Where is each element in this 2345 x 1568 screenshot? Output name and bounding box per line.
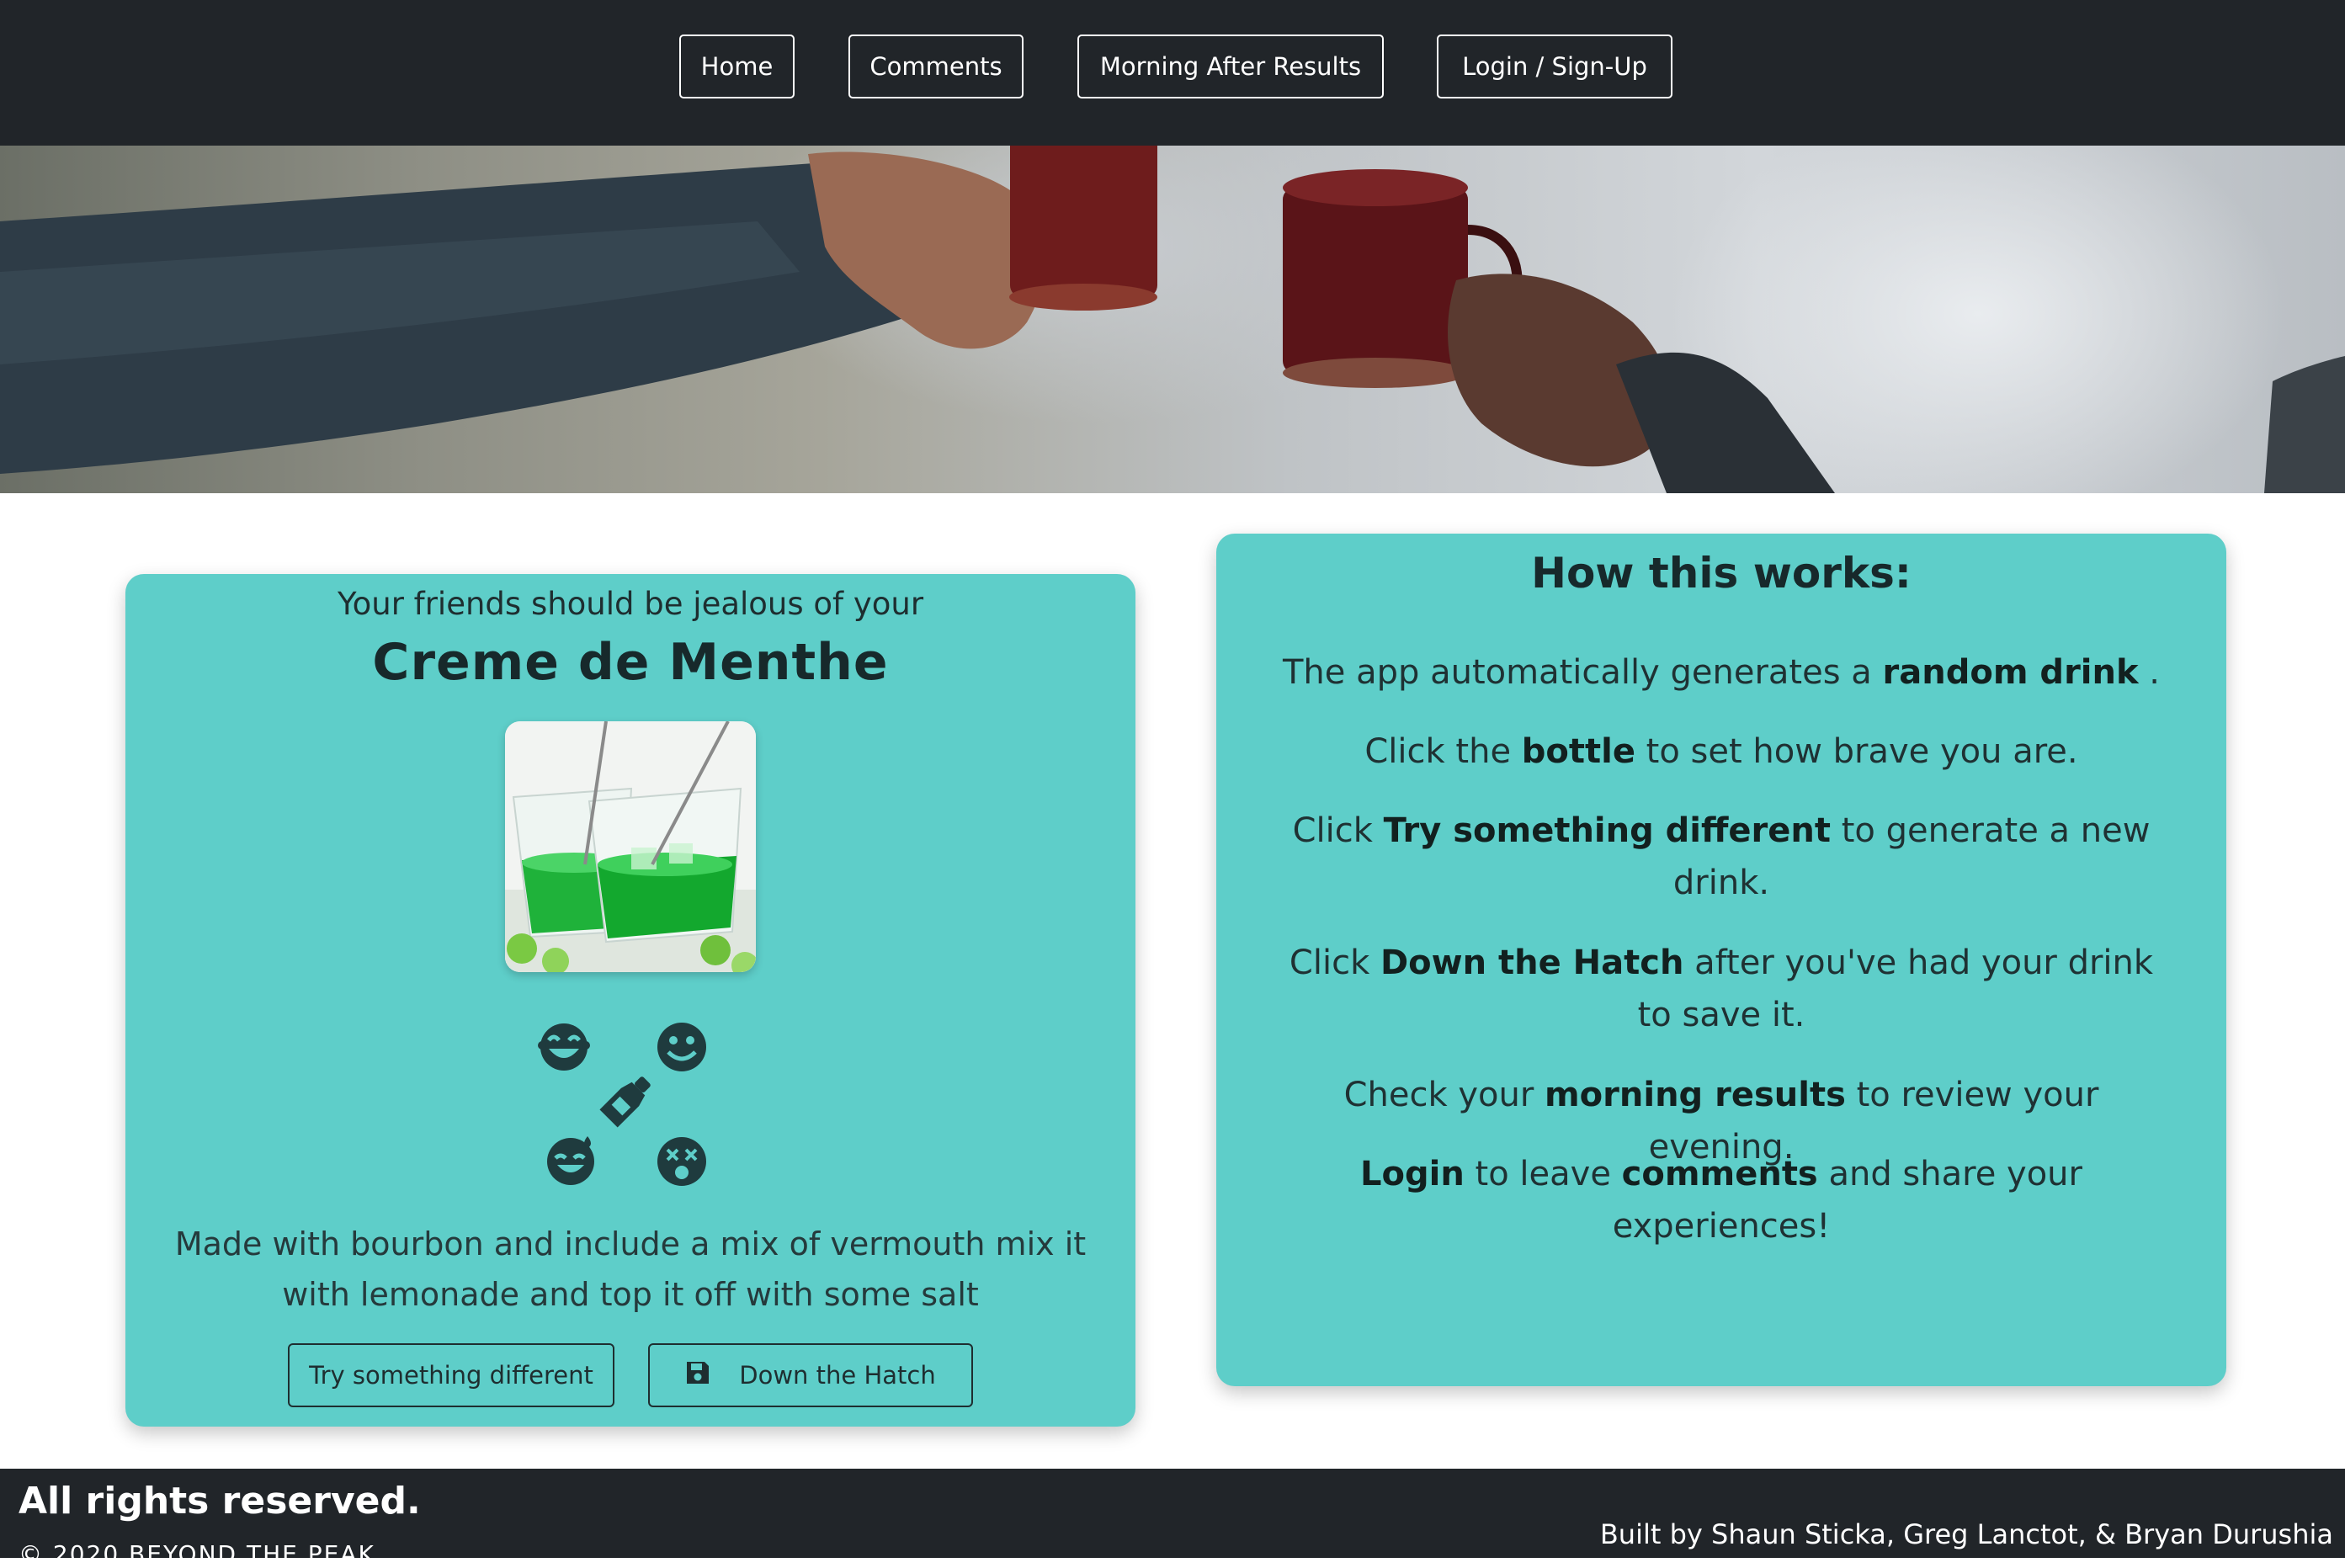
dizzy-face-icon[interactable] xyxy=(655,1135,709,1188)
hero-banner-image xyxy=(0,146,2345,493)
drink-description: Made with bourbon and include a mix of v… xyxy=(174,1225,1087,1313)
how-step-text: after you've had your drink to save it. xyxy=(1637,943,2154,1034)
how-step-bold: comments xyxy=(1621,1155,1818,1193)
how-step-bold: Down the Hatch xyxy=(1380,943,1684,982)
try-something-different-label: Try something different xyxy=(309,1361,593,1390)
footer-credits-text: Built by Shaun Sticka, Greg Lanctot, & B… xyxy=(1599,1518,2333,1550)
try-something-different-button[interactable]: Try something different xyxy=(288,1343,614,1407)
how-step-bold: Try something different xyxy=(1383,811,1831,850)
hero-illustration xyxy=(0,146,2345,493)
nav-morning-after-results-button[interactable]: Morning After Results xyxy=(1077,35,1384,98)
how-step-text: to set how brave you are. xyxy=(1635,732,2078,771)
brave-level-dial xyxy=(522,1007,741,1192)
drink-photo-illustration xyxy=(505,721,756,972)
drink-photo xyxy=(505,721,756,972)
nav-comments-button[interactable]: Comments xyxy=(848,35,1024,98)
top-navbar: Home Comments Morning After Results Logi… xyxy=(0,0,2345,146)
footer-rights-text: All rights reserved. xyxy=(19,1480,421,1523)
how-step-text: Click the xyxy=(1364,732,1522,771)
drink-name-heading: Creme de Menthe xyxy=(372,633,889,692)
how-step-bold: random drink xyxy=(1882,653,2139,692)
laughing-face-icon[interactable] xyxy=(537,1020,591,1074)
wink-face-icon[interactable] xyxy=(544,1135,598,1188)
drink-intro-text: Your friends should be jealous of your xyxy=(337,586,924,622)
how-step-text: to leave xyxy=(1464,1155,1622,1193)
how-step-bold: Login xyxy=(1360,1155,1465,1193)
how-this-works-title: How this works: xyxy=(1531,549,1912,598)
how-step-try-different: Click Try something different to generat… xyxy=(1275,805,2167,909)
how-step-bold: bottle xyxy=(1521,732,1635,771)
smile-face-icon[interactable] xyxy=(655,1020,709,1074)
how-step-text: The app automatically generates a xyxy=(1282,653,1883,692)
how-step-text: Check your xyxy=(1343,1076,1545,1114)
how-step-bottle: Click the bottle to set how brave you ar… xyxy=(1275,726,2167,778)
save-icon xyxy=(685,1360,710,1391)
nav-home-button[interactable]: Home xyxy=(679,35,795,98)
how-step-text: . xyxy=(2138,653,2161,692)
how-step-bold: morning results xyxy=(1545,1076,1846,1114)
how-step-down-the-hatch: Click Down the Hatch after you've had yo… xyxy=(1275,937,2167,1041)
footer-copyright-text: © 2020 BEYOND THE PEAK xyxy=(19,1540,375,1568)
how-step-text: Click xyxy=(1292,811,1384,850)
bottle-icon[interactable] xyxy=(598,1071,657,1129)
how-step-random-drink: The app automatically generates a random… xyxy=(1275,646,2167,699)
nav-login-signup-button[interactable]: Login / Sign-Up xyxy=(1437,35,1672,98)
how-step-text: Click xyxy=(1289,943,1380,982)
down-the-hatch-button[interactable]: Down the Hatch xyxy=(648,1343,973,1407)
down-the-hatch-label: Down the Hatch xyxy=(739,1361,936,1390)
how-step-login-comments: Login to leave comments and share your e… xyxy=(1275,1148,2167,1252)
